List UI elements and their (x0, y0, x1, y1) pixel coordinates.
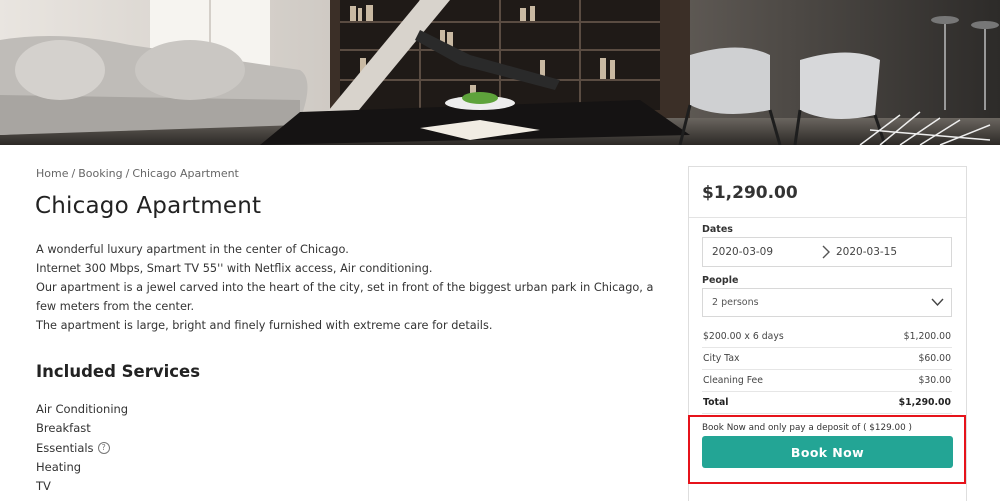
service-label: TV (36, 479, 51, 494)
service-item: Heating (36, 458, 128, 477)
service-label: Essentials (36, 440, 94, 455)
total-amount: $1,290.00 (898, 397, 951, 408)
people-select[interactable]: 2 persons (702, 288, 952, 317)
price-breakdown: $200.00 x 6 days $1,200.00 City Tax $60.… (702, 326, 952, 414)
divider (689, 217, 966, 218)
breadcrumb-current: Chicago Apartment (132, 167, 239, 180)
service-item: Breakfast (36, 419, 128, 438)
breadcrumb-booking-link[interactable]: Booking (78, 167, 122, 180)
breakdown-amount: $60.00 (918, 353, 951, 364)
check-out-date[interactable]: 2020-03-15 (836, 246, 897, 258)
breadcrumb-separator: / (71, 167, 76, 180)
service-item: Air Conditioning (36, 400, 128, 419)
breakdown-row: $200.00 x 6 days $1,200.00 (702, 326, 952, 348)
service-item: TV (36, 477, 128, 496)
dates-label: Dates (702, 224, 733, 235)
services-title: Included Services (36, 362, 201, 381)
page-title: Chicago Apartment (35, 193, 262, 219)
service-label: Air Conditioning (36, 402, 129, 416)
breakdown-label: City Tax (703, 353, 740, 364)
people-label: People (702, 275, 739, 286)
description-line: The apartment is large, bright and finel… (36, 319, 493, 332)
breakdown-row: City Tax $60.00 (702, 348, 952, 370)
service-label: Breakfast (36, 421, 91, 436)
description-line: Our apartment is a jewel carved into the… (36, 281, 654, 313)
chevron-right-icon (822, 245, 830, 259)
people-value: 2 persons (712, 297, 759, 308)
breadcrumb-separator: / (125, 167, 130, 180)
service-label: Heating (36, 459, 82, 474)
book-now-button[interactable]: Book Now (702, 436, 953, 468)
date-range-picker[interactable]: 2020-03-09 2020-03-15 (702, 237, 952, 267)
help-circle-icon[interactable]: ? (97, 442, 110, 455)
services-list: Air Conditioning Breakfast Essentials? H… (36, 400, 128, 496)
description: A wonderful luxury apartment in the cent… (36, 240, 676, 335)
total-label: Total (703, 397, 729, 408)
total-row: Total $1,290.00 (702, 392, 952, 414)
deposit-note: Book Now and only pay a deposit of ( $12… (702, 423, 912, 433)
breadcrumb-home-link[interactable]: Home (36, 167, 68, 180)
check-in-date[interactable]: 2020-03-09 (712, 246, 773, 258)
breadcrumb: Home / Booking / Chicago Apartment (36, 167, 239, 180)
breakdown-amount: $1,200.00 (903, 331, 951, 342)
service-item: Essentials? (36, 439, 128, 458)
breakdown-label: $200.00 x 6 days (703, 331, 784, 342)
description-line: Internet 300 Mbps, Smart TV 55'' with Ne… (36, 262, 433, 275)
hero-image (0, 0, 1000, 145)
booking-price: $1,290.00 (702, 183, 798, 203)
breakdown-amount: $30.00 (918, 375, 951, 386)
chevron-down-icon (931, 298, 944, 307)
breakdown-row: Cleaning Fee $30.00 (702, 370, 952, 392)
description-line: A wonderful luxury apartment in the cent… (36, 243, 349, 256)
breakdown-label: Cleaning Fee (703, 375, 763, 386)
